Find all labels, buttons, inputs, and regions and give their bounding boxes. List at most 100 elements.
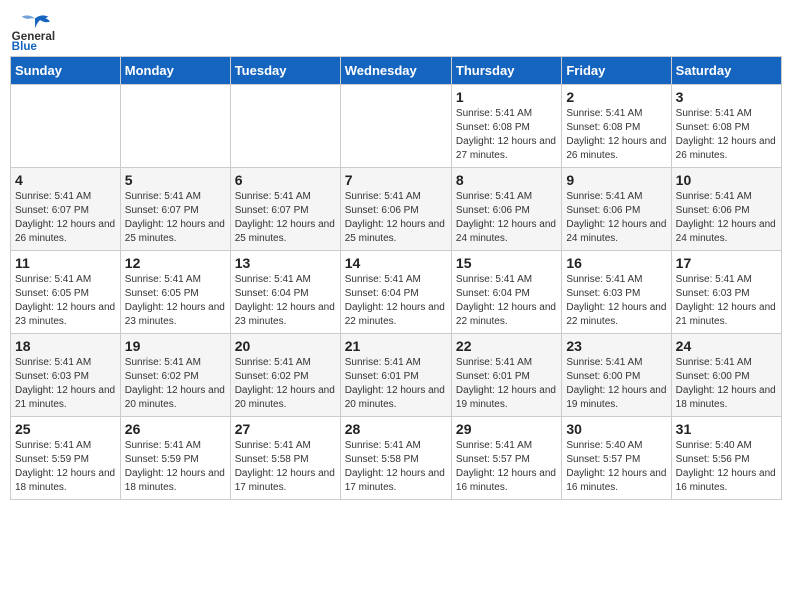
sunrise-text: Sunrise: 5:40 AM (676, 439, 777, 453)
daylight-text: Daylight: 12 hours and 16 minutes. (676, 467, 777, 495)
daylight-text: Daylight: 12 hours and 23 minutes. (15, 301, 116, 329)
daylight-text: Daylight: 12 hours and 23 minutes. (235, 301, 336, 329)
day-number: 21 (345, 338, 447, 354)
daylight-text: Daylight: 12 hours and 26 minutes. (676, 135, 777, 163)
daylight-text: Daylight: 12 hours and 27 minutes. (456, 135, 557, 163)
sunrise-text: Sunrise: 5:41 AM (345, 273, 447, 287)
sunset-text: Sunset: 6:08 PM (456, 121, 557, 135)
day-info: Sunrise: 5:41 AMSunset: 6:06 PMDaylight:… (566, 190, 666, 246)
sunset-text: Sunset: 6:03 PM (676, 287, 777, 301)
sunrise-text: Sunrise: 5:41 AM (345, 439, 447, 453)
calendar-cell: 13Sunrise: 5:41 AMSunset: 6:04 PMDayligh… (230, 251, 340, 334)
sunrise-text: Sunrise: 5:41 AM (456, 356, 557, 370)
day-number: 7 (345, 172, 447, 188)
day-number: 12 (125, 255, 226, 271)
daylight-text: Daylight: 12 hours and 22 minutes. (456, 301, 557, 329)
sunset-text: Sunset: 5:57 PM (456, 453, 557, 467)
calendar-cell: 23Sunrise: 5:41 AMSunset: 6:00 PMDayligh… (562, 334, 671, 417)
day-number: 27 (235, 421, 336, 437)
logo: General Blue (10, 10, 60, 50)
day-number: 25 (15, 421, 116, 437)
day-number: 28 (345, 421, 447, 437)
calendar-cell: 17Sunrise: 5:41 AMSunset: 6:03 PMDayligh… (671, 251, 781, 334)
sunrise-text: Sunrise: 5:41 AM (235, 190, 336, 204)
sunset-text: Sunset: 5:58 PM (235, 453, 336, 467)
sunrise-text: Sunrise: 5:41 AM (456, 439, 557, 453)
calendar-cell: 10Sunrise: 5:41 AMSunset: 6:06 PMDayligh… (671, 168, 781, 251)
sunset-text: Sunset: 6:07 PM (125, 204, 226, 218)
calendar-cell: 30Sunrise: 5:40 AMSunset: 5:57 PMDayligh… (562, 417, 671, 500)
sunrise-text: Sunrise: 5:41 AM (456, 273, 557, 287)
calendar-week-row: 25 Sunrise: 5:41 AMSunset: 5:59 PMDayligh… (11, 417, 782, 500)
daylight-text: Daylight: 12 hours and 22 minutes. (345, 301, 447, 329)
day-number: 14 (345, 255, 447, 271)
calendar-table: Sunday Monday Tuesday Wednesday Thursday… (10, 56, 782, 500)
day-number: 10 (676, 172, 777, 188)
calendar-cell: 31Sunrise: 5:40 AMSunset: 5:56 PMDayligh… (671, 417, 781, 500)
calendar-cell: 22Sunrise: 5:41 AMSunset: 6:01 PMDayligh… (451, 334, 561, 417)
day-number: 20 (235, 338, 336, 354)
daylight-text: Daylight: 12 hours and 19 minutes. (456, 384, 557, 412)
header-monday: Monday (120, 57, 230, 85)
day-info: Sunrise: 5:41 AMSunset: 6:07 PMDaylight:… (235, 190, 336, 246)
sunset-text: Sunset: 6:04 PM (456, 287, 557, 301)
calendar-week-row: 11Sunrise: 5:41 AMSunset: 6:05 PMDayligh… (11, 251, 782, 334)
day-info: Sunrise: 5:41 AMSunset: 6:05 PMDaylight:… (15, 273, 116, 329)
calendar-cell: 21 Sunrise: 5:41 AMSunset: 6:01 PMDayligh… (340, 334, 451, 417)
sunset-text: Sunset: 6:03 PM (15, 370, 116, 384)
day-number: 5 (125, 172, 226, 188)
calendar-cell: 6 Sunrise: 5:41 AMSunset: 6:07 PMDaylight… (230, 168, 340, 251)
calendar-cell: 7 Sunrise: 5:41 AMSunset: 6:06 PMDaylight… (340, 168, 451, 251)
daylight-text: Daylight: 12 hours and 20 minutes. (125, 384, 226, 412)
calendar-cell: 1Sunrise: 5:41 AMSunset: 6:08 PMDaylight… (451, 85, 561, 168)
calendar-cell: 24Sunrise: 5:41 AMSunset: 6:00 PMDayligh… (671, 334, 781, 417)
calendar-cell: 20 Sunrise: 5:41 AMSunset: 6:02 PMDayligh… (230, 334, 340, 417)
sunrise-text: Sunrise: 5:41 AM (15, 273, 116, 287)
sunrise-text: Sunrise: 5:41 AM (125, 273, 226, 287)
day-info: Sunrise: 5:40 AMSunset: 5:56 PMDaylight:… (676, 439, 777, 495)
day-info: Sunrise: 5:41 AMSunset: 6:01 PMDaylight:… (345, 356, 447, 412)
day-info: Sunrise: 5:41 AMSunset: 5:58 PMDaylight:… (345, 439, 447, 495)
day-info: Sunrise: 5:41 AMSunset: 6:06 PMDaylight:… (345, 190, 447, 246)
sunrise-text: Sunrise: 5:40 AM (566, 439, 666, 453)
sunrise-text: Sunrise: 5:41 AM (125, 356, 226, 370)
day-info: Sunrise: 5:41 AMSunset: 6:00 PMDaylight:… (676, 356, 777, 412)
sunrise-text: Sunrise: 5:41 AM (566, 190, 666, 204)
sunset-text: Sunset: 6:04 PM (345, 287, 447, 301)
day-number: 17 (676, 255, 777, 271)
day-number: 13 (235, 255, 336, 271)
sunrise-text: Sunrise: 5:41 AM (15, 356, 116, 370)
sunset-text: Sunset: 6:04 PM (235, 287, 336, 301)
calendar-cell: 27Sunrise: 5:41 AMSunset: 5:58 PMDayligh… (230, 417, 340, 500)
calendar-cell: 28 Sunrise: 5:41 AMSunset: 5:58 PMDayligh… (340, 417, 451, 500)
sunset-text: Sunset: 5:57 PM (566, 453, 666, 467)
day-info: Sunrise: 5:41 AMSunset: 6:08 PMDaylight:… (676, 107, 777, 163)
day-number: 9 (566, 172, 666, 188)
calendar-cell: 8Sunrise: 5:41 AMSunset: 6:06 PMDaylight… (451, 168, 561, 251)
day-info: Sunrise: 5:41 AMSunset: 5:59 PMDaylight:… (15, 439, 116, 495)
day-number: 6 (235, 172, 336, 188)
daylight-text: Daylight: 12 hours and 25 minutes. (345, 218, 447, 246)
day-info: Sunrise: 5:41 AMSunset: 6:04 PMDaylight:… (345, 273, 447, 329)
header-thursday: Thursday (451, 57, 561, 85)
daylight-text: Daylight: 12 hours and 16 minutes. (566, 467, 666, 495)
calendar-cell: 25 Sunrise: 5:41 AMSunset: 5:59 PMDayligh… (11, 417, 121, 500)
sunrise-text: Sunrise: 5:41 AM (345, 356, 447, 370)
daylight-text: Daylight: 12 hours and 23 minutes. (125, 301, 226, 329)
calendar-cell: 19Sunrise: 5:41 AMSunset: 6:02 PMDayligh… (120, 334, 230, 417)
calendar-cell: 5Sunrise: 5:41 AMSunset: 6:07 PMDaylight… (120, 168, 230, 251)
day-number: 19 (125, 338, 226, 354)
sunrise-text: Sunrise: 5:41 AM (235, 356, 336, 370)
calendar-cell: 4Sunrise: 5:41 AMSunset: 6:07 PMDaylight… (11, 168, 121, 251)
daylight-text: Daylight: 12 hours and 24 minutes. (566, 218, 666, 246)
sunset-text: Sunset: 6:06 PM (345, 204, 447, 218)
sunset-text: Sunset: 6:08 PM (676, 121, 777, 135)
day-info: Sunrise: 5:41 AMSunset: 6:02 PMDaylight:… (235, 356, 336, 412)
day-info: Sunrise: 5:41 AMSunset: 6:06 PMDaylight:… (456, 190, 557, 246)
svg-text:Blue: Blue (12, 40, 38, 50)
sunrise-text: Sunrise: 5:41 AM (125, 439, 226, 453)
day-info: Sunrise: 5:40 AMSunset: 5:57 PMDaylight:… (566, 439, 666, 495)
daylight-text: Daylight: 12 hours and 25 minutes. (235, 218, 336, 246)
sunset-text: Sunset: 6:07 PM (235, 204, 336, 218)
sunset-text: Sunset: 6:01 PM (345, 370, 447, 384)
